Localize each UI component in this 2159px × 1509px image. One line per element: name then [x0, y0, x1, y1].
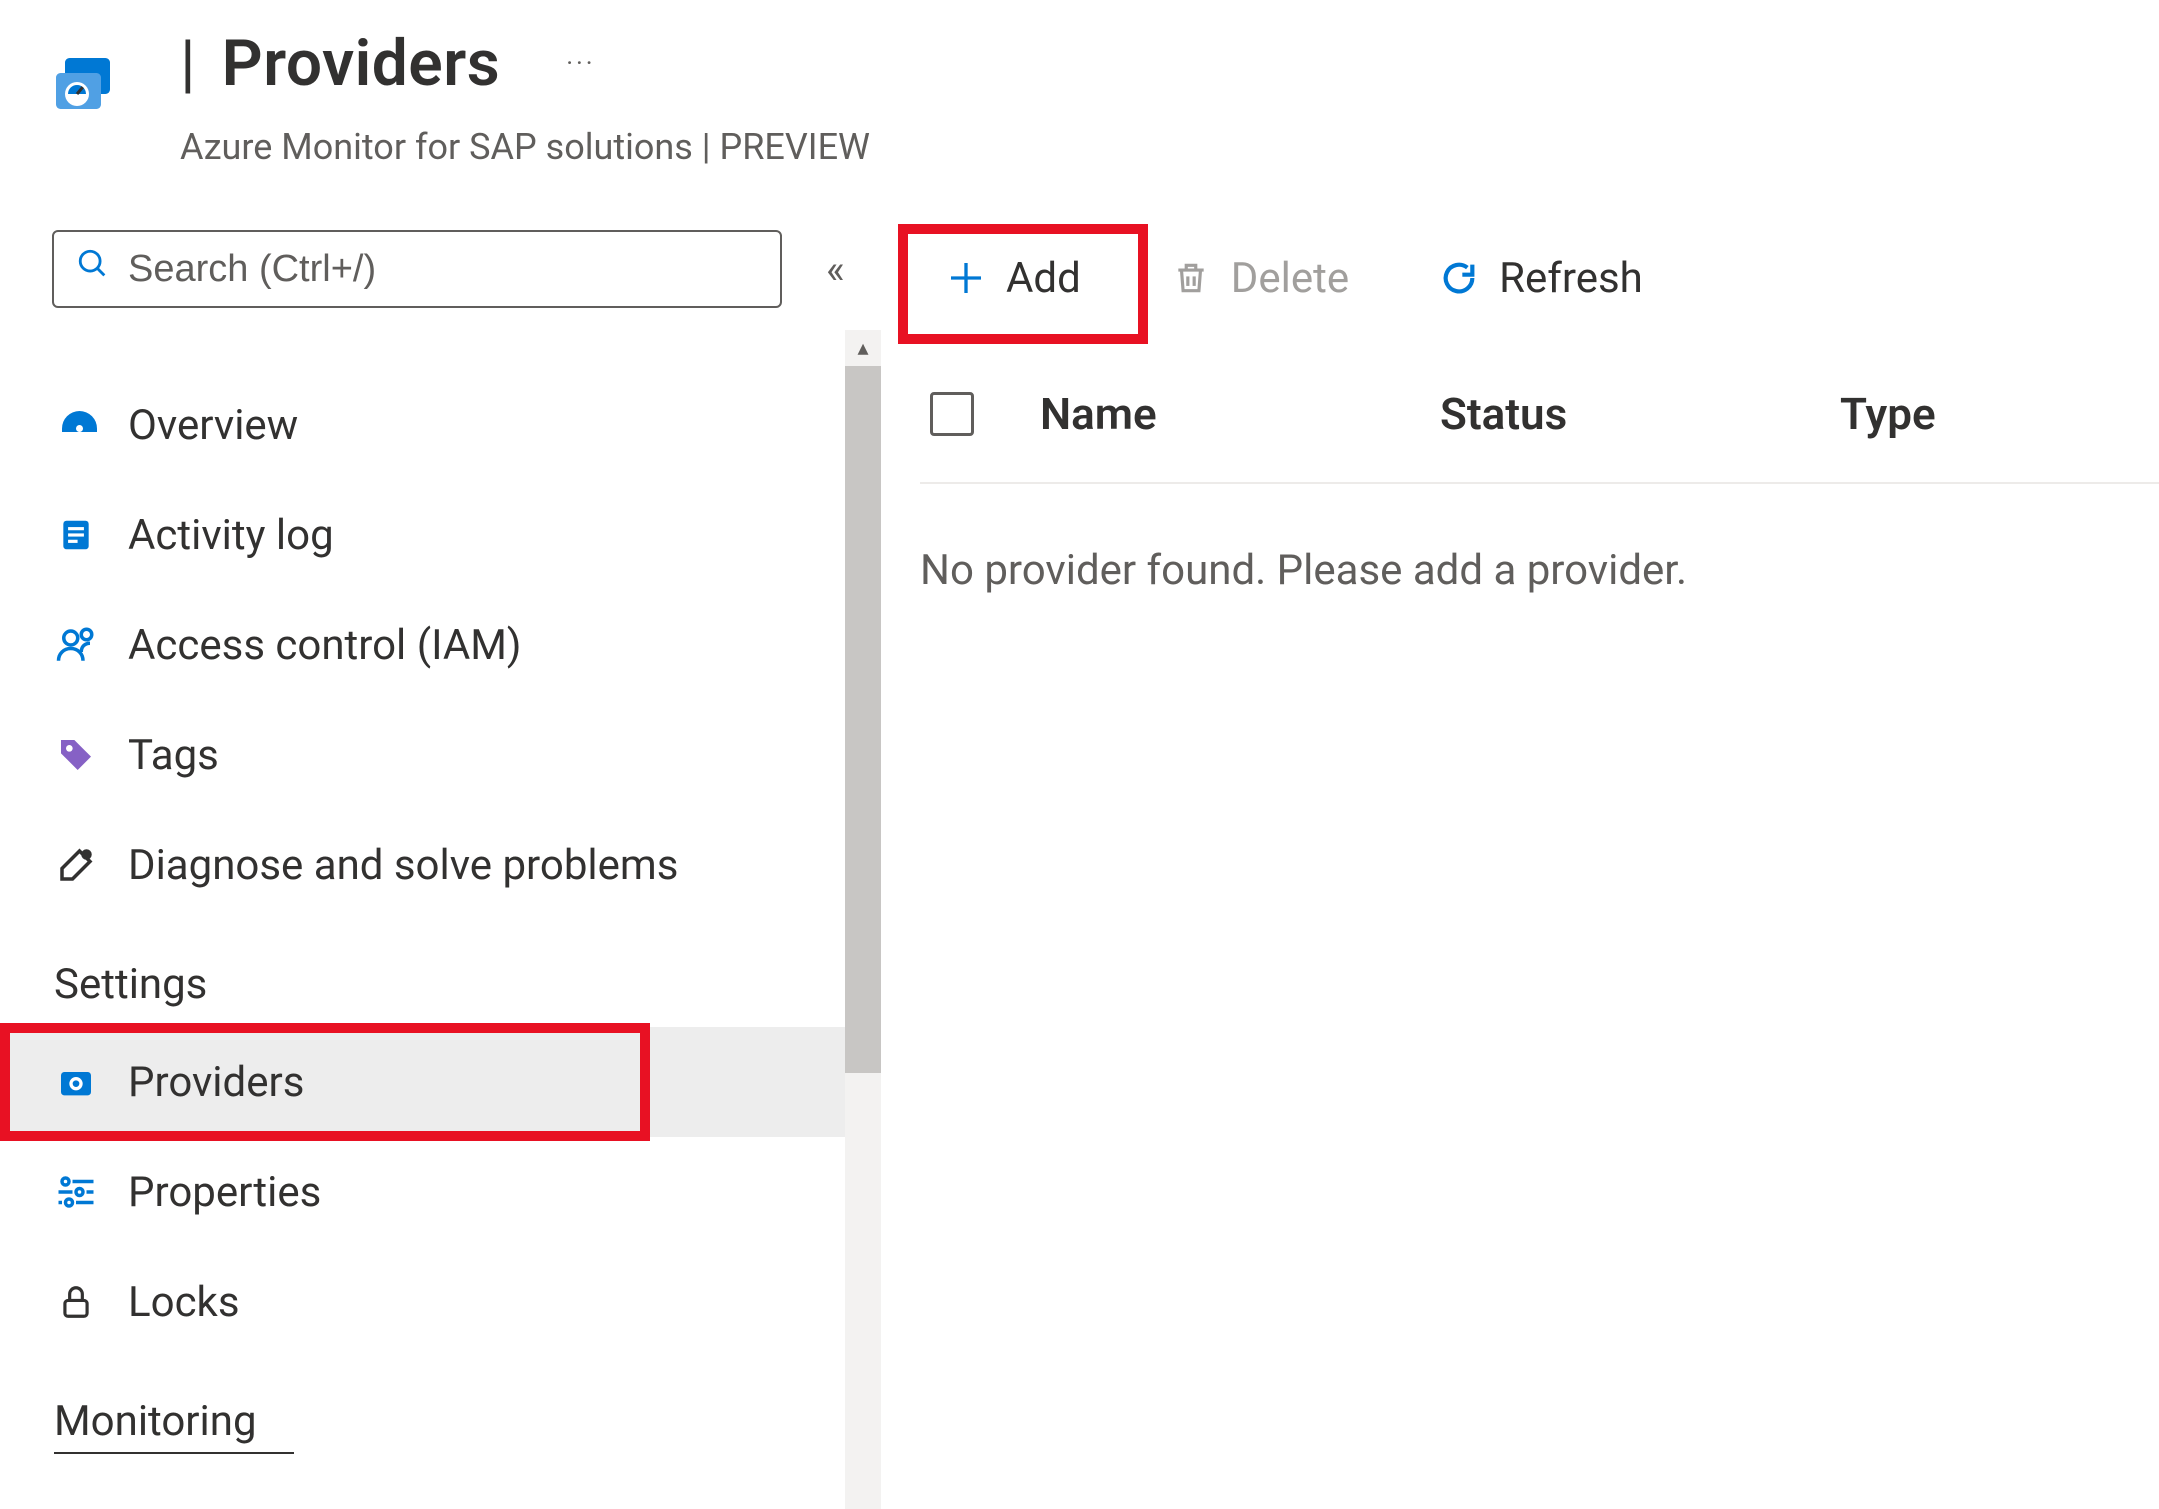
sidebar-item-locks[interactable]: Locks	[0, 1247, 845, 1357]
main-content: Add Delete Refresh Name Status Type No p…	[920, 230, 2159, 1509]
sidebar-nav: Overview Activity log Access control (IA…	[0, 370, 845, 1454]
access-control-icon	[52, 621, 100, 669]
diagnose-icon	[52, 841, 100, 889]
command-bar: Add Delete Refresh	[920, 230, 2159, 326]
sidebar-item-diagnose[interactable]: Diagnose and solve problems	[0, 810, 845, 920]
sidebar-item-label: Properties	[128, 1168, 321, 1217]
more-icon[interactable]: ···	[526, 49, 595, 79]
activity-log-icon	[52, 511, 100, 559]
delete-button: Delete	[1145, 244, 1373, 313]
sidebar-item-tags[interactable]: Tags	[0, 700, 845, 810]
page-title: Providers	[222, 26, 501, 101]
sidebar-item-activity-log[interactable]: Activity log	[0, 480, 845, 590]
sidebar-item-label: Providers	[128, 1058, 304, 1107]
tags-icon	[52, 731, 100, 779]
refresh-button[interactable]: Refresh	[1413, 244, 1667, 313]
col-type[interactable]: Type	[1840, 388, 2159, 440]
sidebar-item-label: Access control (IAM)	[128, 621, 522, 670]
sidebar-item-label: Tags	[128, 731, 219, 780]
providers-icon	[52, 1058, 100, 1106]
delete-button-label: Delete	[1231, 254, 1349, 303]
refresh-button-label: Refresh	[1499, 254, 1643, 303]
resource-icon	[50, 52, 122, 124]
properties-icon	[52, 1168, 100, 1216]
trash-icon	[1169, 256, 1213, 300]
refresh-icon	[1437, 256, 1481, 300]
sidebar-scrollbar[interactable]: ▴	[845, 330, 881, 1509]
sidebar: « Overview Activity log Access control (…	[0, 230, 845, 1509]
sidebar-section-monitoring: Monitoring	[54, 1357, 294, 1454]
search-icon	[76, 247, 110, 291]
search-input-wrapper[interactable]	[52, 230, 782, 308]
sidebar-item-label: Diagnose and solve problems	[128, 841, 678, 890]
col-status[interactable]: Status	[1440, 388, 1840, 440]
add-button[interactable]: Add	[920, 244, 1105, 313]
col-name[interactable]: Name	[1040, 388, 1440, 440]
plus-icon	[944, 256, 988, 300]
sidebar-item-access-control[interactable]: Access control (IAM)	[0, 590, 845, 700]
collapse-sidebar-icon[interactable]: «	[826, 246, 845, 293]
sidebar-section-settings: Settings	[0, 920, 845, 1027]
sidebar-item-label: Overview	[128, 401, 298, 450]
overview-icon	[52, 401, 100, 449]
page-header: | Providers ··· Azure Monitor for SAP so…	[50, 26, 2159, 166]
scrollbar-thumb[interactable]	[845, 366, 881, 1073]
empty-state-message: No provider found. Please add a provider…	[920, 546, 2159, 595]
lock-icon	[52, 1278, 100, 1326]
search-input[interactable]	[128, 248, 758, 291]
sidebar-item-properties[interactable]: Properties	[0, 1137, 845, 1247]
title-separator: |	[180, 26, 196, 101]
sidebar-item-label: Locks	[128, 1278, 240, 1327]
page-subtitle: Azure Monitor for SAP solutions | PREVIE…	[180, 126, 870, 168]
grid-header: Name Status Type	[920, 388, 2159, 484]
select-all-checkbox[interactable]	[930, 392, 974, 436]
sidebar-item-providers[interactable]: Providers	[0, 1027, 845, 1137]
add-button-label: Add	[1006, 254, 1081, 303]
sidebar-item-label: Activity log	[128, 511, 334, 560]
scrollbar-up-icon[interactable]: ▴	[845, 330, 881, 366]
sidebar-item-overview[interactable]: Overview	[0, 370, 845, 480]
